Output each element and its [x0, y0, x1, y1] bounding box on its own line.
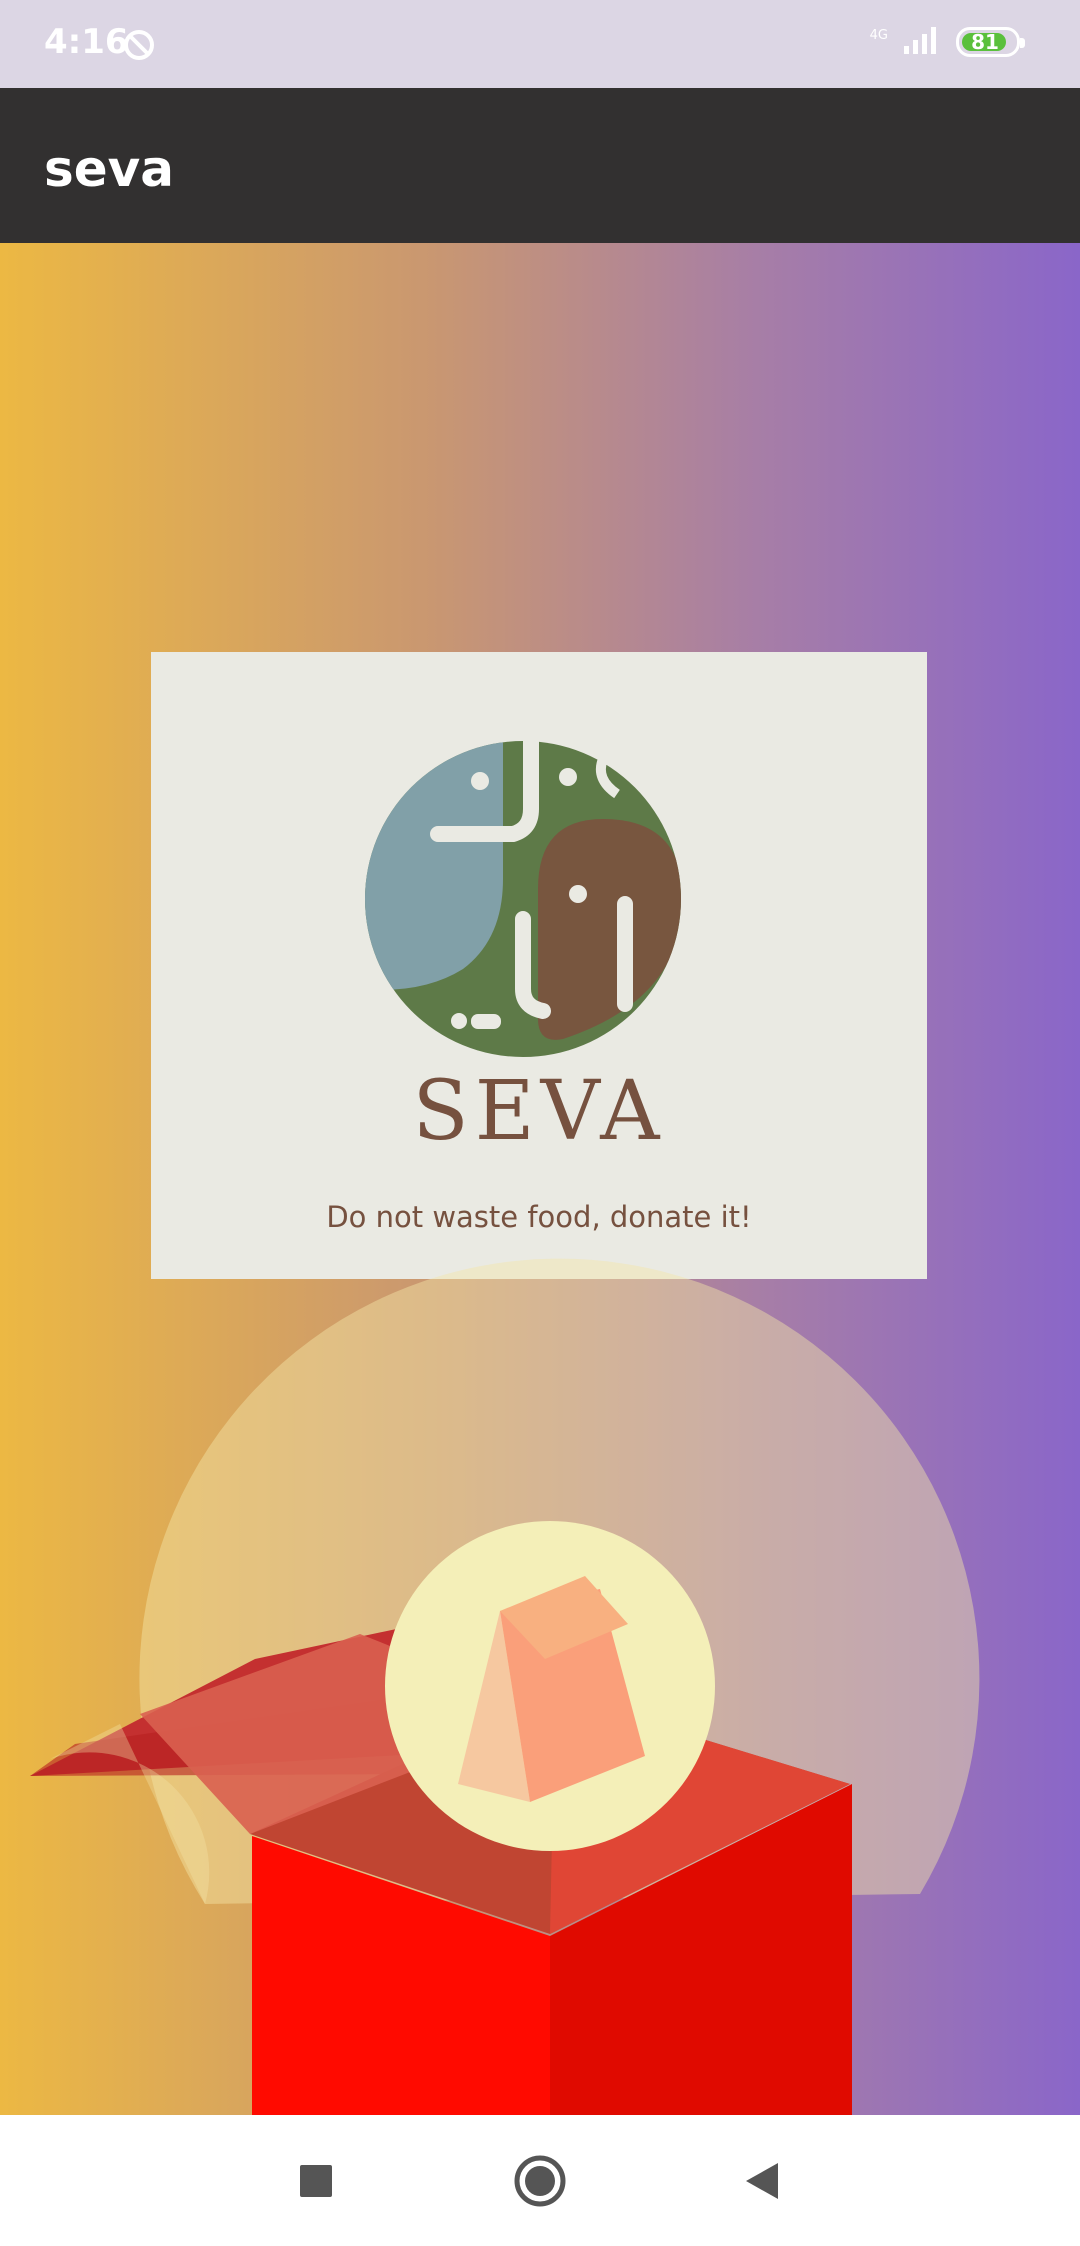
- battery-icon: 81: [956, 26, 1025, 57]
- home-button[interactable]: [504, 2145, 576, 2217]
- recents-button[interactable]: [280, 2145, 352, 2217]
- status-bar: 4:16 4G 81: [0, 0, 1080, 88]
- status-indicators: 4G 81: [869, 24, 1025, 59]
- system-nav-bar: [0, 2115, 1080, 2246]
- triangle-back-icon: [746, 2163, 778, 2199]
- sync-off-icon: [122, 28, 156, 67]
- status-time: 4:16: [44, 22, 129, 62]
- app-bar: seva: [0, 88, 1080, 243]
- square-icon: [300, 2165, 332, 2197]
- signal-icon: [902, 24, 942, 59]
- seva-logo-icon: [365, 739, 681, 1057]
- battery-level: 81: [971, 29, 999, 54]
- logo-wordmark: SEVA: [412, 1064, 666, 1159]
- logo-tagline: Do not waste food, donate it!: [326, 1200, 752, 1234]
- network-type: 4G: [869, 28, 888, 43]
- app-title: seva: [44, 140, 175, 198]
- back-button[interactable]: [726, 2145, 798, 2217]
- circle-icon: [514, 2155, 566, 2207]
- main-content: SEVA Do not waste food, donate it!: [0, 243, 1080, 2115]
- logo-card: SEVA Do not waste food, donate it!: [151, 652, 927, 1279]
- donation-box-icon: [30, 1258, 980, 2115]
